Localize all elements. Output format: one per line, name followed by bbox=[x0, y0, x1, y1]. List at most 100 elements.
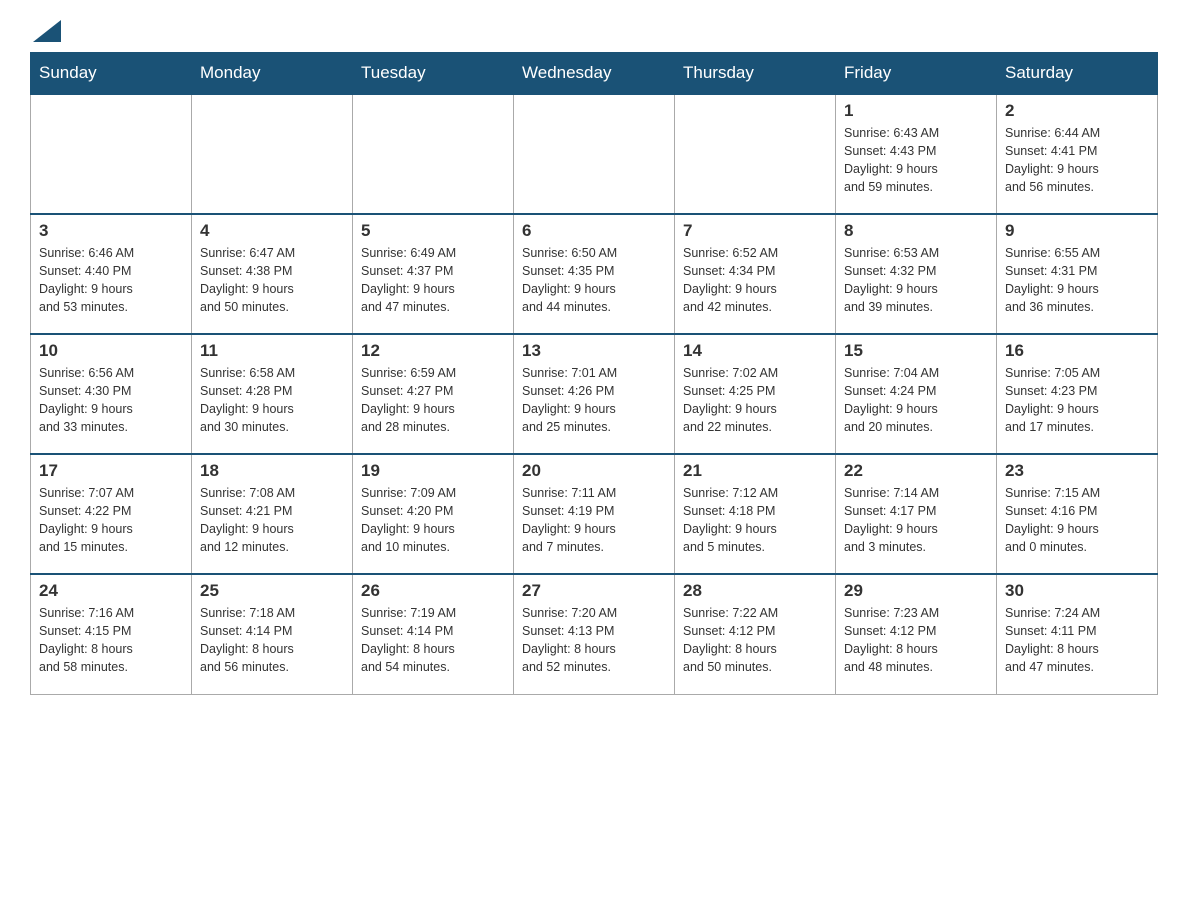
day-info: Sunrise: 7:22 AM Sunset: 4:12 PM Dayligh… bbox=[683, 604, 827, 677]
day-info: Sunrise: 6:49 AM Sunset: 4:37 PM Dayligh… bbox=[361, 244, 505, 317]
calendar-cell: 1Sunrise: 6:43 AM Sunset: 4:43 PM Daylig… bbox=[836, 94, 997, 214]
calendar-cell: 28 Sunrise: 7:22 AM Sunset: 4:12 PM Dayli… bbox=[675, 574, 836, 694]
calendar-cell: 26 Sunrise: 7:19 AM Sunset: 4:14 PM Dayli… bbox=[353, 574, 514, 694]
day-number: 15 bbox=[844, 341, 988, 361]
calendar-cell: 5 Sunrise: 6:49 AM Sunset: 4:37 PM Daylig… bbox=[353, 214, 514, 334]
day-number: 7 bbox=[683, 221, 827, 241]
day-number: 4 bbox=[200, 221, 344, 241]
day-number: 27 bbox=[522, 581, 666, 601]
day-info: Sunrise: 7:07 AM Sunset: 4:22 PM Dayligh… bbox=[39, 484, 183, 557]
calendar-cell: 20 Sunrise: 7:11 AM Sunset: 4:19 PM Dayli… bbox=[514, 454, 675, 574]
day-number: 17 bbox=[39, 461, 183, 481]
day-info: Sunrise: 6:47 AM Sunset: 4:38 PM Dayligh… bbox=[200, 244, 344, 317]
day-number: 14 bbox=[683, 341, 827, 361]
calendar-table: SundayMondayTuesdayWednesdayThursdayFrid… bbox=[30, 52, 1158, 695]
day-info: Sunrise: 7:04 AM Sunset: 4:24 PM Dayligh… bbox=[844, 364, 988, 437]
week-row-5: 24Sunrise: 7:16 AM Sunset: 4:15 PM Dayli… bbox=[31, 574, 1158, 694]
calendar-cell: 17 Sunrise: 7:07 AM Sunset: 4:22 PM Dayli… bbox=[31, 454, 192, 574]
weekday-header-friday: Friday bbox=[836, 53, 997, 95]
calendar-cell: 3 Sunrise: 6:46 AM Sunset: 4:40 PM Daylig… bbox=[31, 214, 192, 334]
day-number: 6 bbox=[522, 221, 666, 241]
calendar-cell: 29 Sunrise: 7:23 AM Sunset: 4:12 PM Dayli… bbox=[836, 574, 997, 694]
calendar-cell: 12 Sunrise: 6:59 AM Sunset: 4:27 PM Dayli… bbox=[353, 334, 514, 454]
day-info: Sunrise: 7:01 AM Sunset: 4:26 PM Dayligh… bbox=[522, 364, 666, 437]
day-info: Sunrise: 6:46 AM Sunset: 4:40 PM Dayligh… bbox=[39, 244, 183, 317]
week-row-4: 17 Sunrise: 7:07 AM Sunset: 4:22 PM Dayli… bbox=[31, 454, 1158, 574]
day-info: Sunrise: 7:02 AM Sunset: 4:25 PM Dayligh… bbox=[683, 364, 827, 437]
page-header bbox=[30, 20, 1158, 42]
calendar-cell: 27Sunrise: 7:20 AM Sunset: 4:13 PM Dayli… bbox=[514, 574, 675, 694]
day-number: 23 bbox=[1005, 461, 1149, 481]
day-number: 9 bbox=[1005, 221, 1149, 241]
day-number: 5 bbox=[361, 221, 505, 241]
day-number: 22 bbox=[844, 461, 988, 481]
calendar-cell bbox=[353, 94, 514, 214]
day-number: 19 bbox=[361, 461, 505, 481]
day-info: Sunrise: 7:08 AM Sunset: 4:21 PM Dayligh… bbox=[200, 484, 344, 557]
day-number: 16 bbox=[1005, 341, 1149, 361]
day-info: Sunrise: 7:15 AM Sunset: 4:16 PM Dayligh… bbox=[1005, 484, 1149, 557]
calendar-cell: 10 Sunrise: 6:56 AM Sunset: 4:30 PM Dayli… bbox=[31, 334, 192, 454]
calendar-cell: 24Sunrise: 7:16 AM Sunset: 4:15 PM Dayli… bbox=[31, 574, 192, 694]
logo bbox=[30, 20, 61, 42]
day-number: 13 bbox=[522, 341, 666, 361]
day-info: Sunrise: 7:16 AM Sunset: 4:15 PM Dayligh… bbox=[39, 604, 183, 677]
day-info: Sunrise: 7:14 AM Sunset: 4:17 PM Dayligh… bbox=[844, 484, 988, 557]
calendar-cell: 15 Sunrise: 7:04 AM Sunset: 4:24 PM Dayli… bbox=[836, 334, 997, 454]
day-number: 26 bbox=[361, 581, 505, 601]
day-number: 2 bbox=[1005, 101, 1149, 121]
day-number: 18 bbox=[200, 461, 344, 481]
calendar-cell: 16 Sunrise: 7:05 AM Sunset: 4:23 PM Dayli… bbox=[997, 334, 1158, 454]
calendar-cell: 14 Sunrise: 7:02 AM Sunset: 4:25 PM Dayli… bbox=[675, 334, 836, 454]
week-row-2: 3 Sunrise: 6:46 AM Sunset: 4:40 PM Daylig… bbox=[31, 214, 1158, 334]
calendar-cell: 9 Sunrise: 6:55 AM Sunset: 4:31 PM Daylig… bbox=[997, 214, 1158, 334]
calendar-cell: 13 Sunrise: 7:01 AM Sunset: 4:26 PM Dayli… bbox=[514, 334, 675, 454]
calendar-cell: 18 Sunrise: 7:08 AM Sunset: 4:21 PM Dayli… bbox=[192, 454, 353, 574]
week-row-3: 10 Sunrise: 6:56 AM Sunset: 4:30 PM Dayli… bbox=[31, 334, 1158, 454]
weekday-header-saturday: Saturday bbox=[997, 53, 1158, 95]
calendar-cell bbox=[192, 94, 353, 214]
logo-triangle-icon bbox=[33, 20, 61, 42]
calendar-cell: 11Sunrise: 6:58 AM Sunset: 4:28 PM Dayli… bbox=[192, 334, 353, 454]
weekday-header-monday: Monday bbox=[192, 53, 353, 95]
day-info: Sunrise: 6:59 AM Sunset: 4:27 PM Dayligh… bbox=[361, 364, 505, 437]
day-info: Sunrise: 7:18 AM Sunset: 4:14 PM Dayligh… bbox=[200, 604, 344, 677]
calendar-cell bbox=[31, 94, 192, 214]
calendar-cell: 2 Sunrise: 6:44 AM Sunset: 4:41 PM Daylig… bbox=[997, 94, 1158, 214]
weekday-header-wednesday: Wednesday bbox=[514, 53, 675, 95]
calendar-cell: 30 Sunrise: 7:24 AM Sunset: 4:11 PM Dayli… bbox=[997, 574, 1158, 694]
calendar-cell: 6 Sunrise: 6:50 AM Sunset: 4:35 PM Daylig… bbox=[514, 214, 675, 334]
weekday-header-thursday: Thursday bbox=[675, 53, 836, 95]
day-number: 21 bbox=[683, 461, 827, 481]
day-info: Sunrise: 7:09 AM Sunset: 4:20 PM Dayligh… bbox=[361, 484, 505, 557]
day-info: Sunrise: 7:23 AM Sunset: 4:12 PM Dayligh… bbox=[844, 604, 988, 677]
day-number: 1 bbox=[844, 101, 988, 121]
day-info: Sunrise: 6:44 AM Sunset: 4:41 PM Dayligh… bbox=[1005, 124, 1149, 197]
day-info: Sunrise: 7:24 AM Sunset: 4:11 PM Dayligh… bbox=[1005, 604, 1149, 677]
calendar-cell: 22 Sunrise: 7:14 AM Sunset: 4:17 PM Dayli… bbox=[836, 454, 997, 574]
calendar-header-row: SundayMondayTuesdayWednesdayThursdayFrid… bbox=[31, 53, 1158, 95]
day-info: Sunrise: 6:50 AM Sunset: 4:35 PM Dayligh… bbox=[522, 244, 666, 317]
day-info: Sunrise: 6:53 AM Sunset: 4:32 PM Dayligh… bbox=[844, 244, 988, 317]
day-number: 28 bbox=[683, 581, 827, 601]
weekday-header-sunday: Sunday bbox=[31, 53, 192, 95]
day-number: 10 bbox=[39, 341, 183, 361]
day-number: 25 bbox=[200, 581, 344, 601]
day-info: Sunrise: 6:56 AM Sunset: 4:30 PM Dayligh… bbox=[39, 364, 183, 437]
day-info: Sunrise: 6:55 AM Sunset: 4:31 PM Dayligh… bbox=[1005, 244, 1149, 317]
calendar-cell bbox=[675, 94, 836, 214]
day-info: Sunrise: 6:58 AM Sunset: 4:28 PM Dayligh… bbox=[200, 364, 344, 437]
day-number: 20 bbox=[522, 461, 666, 481]
day-number: 3 bbox=[39, 221, 183, 241]
day-info: Sunrise: 7:12 AM Sunset: 4:18 PM Dayligh… bbox=[683, 484, 827, 557]
day-number: 12 bbox=[361, 341, 505, 361]
calendar-cell: 7Sunrise: 6:52 AM Sunset: 4:34 PM Daylig… bbox=[675, 214, 836, 334]
day-info: Sunrise: 7:05 AM Sunset: 4:23 PM Dayligh… bbox=[1005, 364, 1149, 437]
day-info: Sunrise: 7:11 AM Sunset: 4:19 PM Dayligh… bbox=[522, 484, 666, 557]
day-number: 30 bbox=[1005, 581, 1149, 601]
week-row-1: 1Sunrise: 6:43 AM Sunset: 4:43 PM Daylig… bbox=[31, 94, 1158, 214]
calendar-cell: 8Sunrise: 6:53 AM Sunset: 4:32 PM Daylig… bbox=[836, 214, 997, 334]
day-info: Sunrise: 7:19 AM Sunset: 4:14 PM Dayligh… bbox=[361, 604, 505, 677]
day-number: 29 bbox=[844, 581, 988, 601]
calendar-cell: 4 Sunrise: 6:47 AM Sunset: 4:38 PM Daylig… bbox=[192, 214, 353, 334]
